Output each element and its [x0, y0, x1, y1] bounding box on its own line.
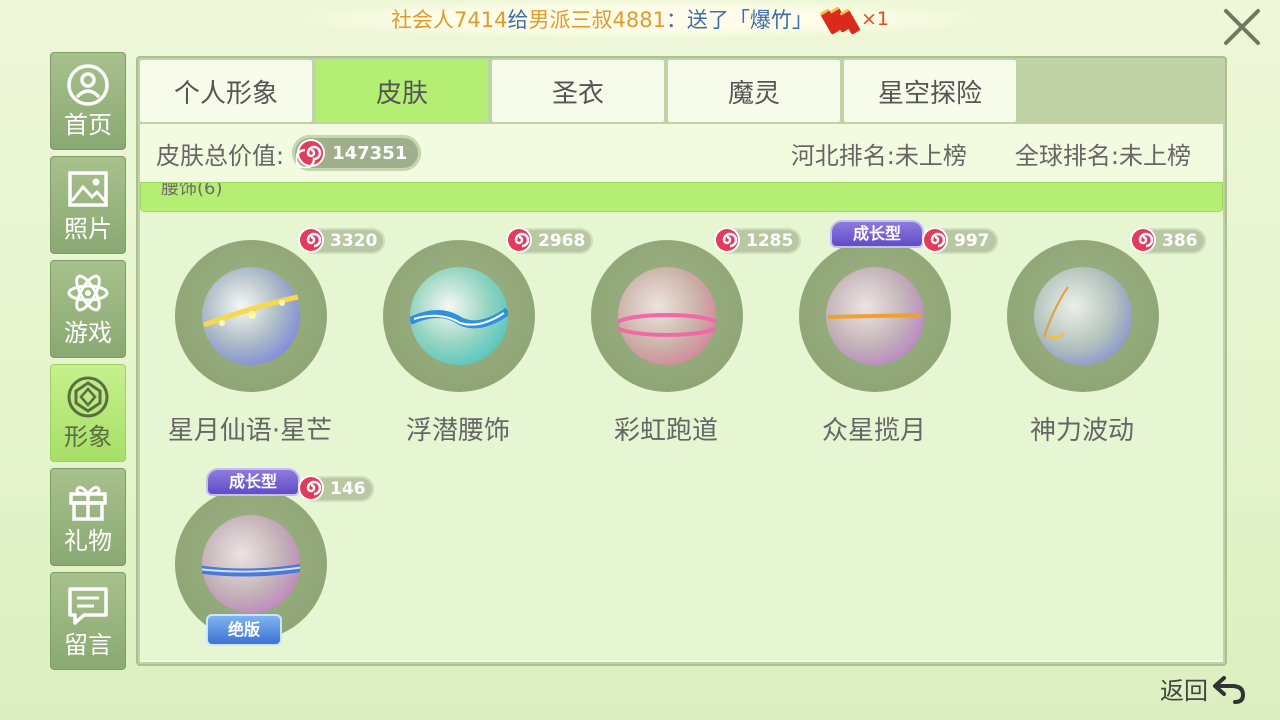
global-rank: 全球排名:未上榜: [1014, 141, 1191, 170]
price-badge: 146: [298, 475, 374, 502]
gift-broadcast-banner: 社会人7414 给 男派三叔4881 ：送了「爆竹」 ×1: [300, 0, 980, 38]
gave-text: 给: [507, 8, 529, 32]
waist-ornament-image: [1034, 267, 1132, 365]
skin-item[interactable]: 386 神力波动: [982, 212, 1206, 452]
sent-text: ：送了「爆竹」: [665, 8, 813, 32]
item-circle: [799, 240, 951, 392]
sidebar-item-label: 礼物: [64, 527, 112, 555]
candy-icon: [298, 475, 324, 501]
skin-item[interactable]: 1285 彩虹跑道: [566, 212, 802, 452]
back-button[interactable]: 返回: [1160, 671, 1246, 706]
main-panel: 个人形象 皮肤 圣衣 魔灵 星空探险 皮肤总价值: 147351 河北排名:未上…: [136, 56, 1227, 666]
growth-type-badge: 成长型: [830, 220, 924, 248]
item-circle: [383, 240, 535, 392]
close-icon: [1224, 9, 1260, 45]
sidebar-item-messages[interactable]: 留言: [50, 572, 126, 670]
photo-icon: [68, 171, 108, 207]
waist-ornament-image: [613, 267, 721, 365]
price-value: 386: [1162, 231, 1198, 251]
sidebar-item-home[interactable]: 首页: [50, 52, 126, 150]
sidebar-item-label: 首页: [64, 111, 112, 139]
gem-icon: [67, 376, 109, 418]
province-rank: 河北排名:未上榜: [790, 141, 967, 170]
sidebar-item-gifts[interactable]: 礼物: [50, 468, 126, 566]
skin-grid: 3320 星月仙语·星芒 2968 浮潜腰饰 1285 彩虹跑道 成长型 997…: [140, 212, 1223, 660]
candy-icon: [506, 227, 532, 253]
item-circle: [591, 240, 743, 392]
gift-count: ×1: [860, 8, 889, 30]
close-button[interactable]: [1214, 4, 1270, 50]
tab-skins[interactable]: 皮肤: [316, 60, 488, 122]
tab-star-explore[interactable]: 星空探险: [844, 60, 1016, 122]
waist-ornament-image: [408, 267, 511, 365]
candy-icon: [922, 227, 948, 253]
total-value-label: 皮肤总价值:: [156, 141, 285, 170]
sender-name: 社会人7414: [391, 8, 508, 32]
waist-ornament-image: [826, 267, 924, 365]
item-circle: [175, 240, 327, 392]
gift-icon: [69, 485, 107, 521]
waist-ornament-image: [202, 267, 300, 365]
item-name: 星月仙语·星芒: [167, 416, 333, 446]
tab-holy-cloth[interactable]: 圣衣: [492, 60, 664, 122]
sidebar-item-label: 游戏: [64, 319, 112, 347]
tab-spirits[interactable]: 魔灵: [668, 60, 840, 122]
item-name: 神力波动: [1029, 416, 1134, 446]
person-icon: [67, 64, 109, 106]
tab-profile[interactable]: 个人形象: [140, 60, 312, 122]
sidebar-item-avatar[interactable]: 形象: [50, 364, 126, 462]
growth-type-badge: 成长型: [206, 468, 300, 496]
skin-item[interactable]: 2968 浮潜腰饰: [358, 212, 594, 452]
skin-stats-row: 皮肤总价值: 147351 河北排名:未上榜 全球排名:未上榜: [140, 124, 1223, 182]
category-label: 腰饰(6): [161, 182, 223, 199]
firecracker-icon: [819, 6, 861, 35]
skins-content: 皮肤总价值: 147351 河北排名:未上榜 全球排名:未上榜 腰饰(6) 33…: [140, 124, 1223, 662]
sidebar-item-games[interactable]: 游戏: [50, 260, 126, 358]
price-badge: 386: [1130, 227, 1206, 254]
category-header: 腰饰(6): [140, 182, 1223, 212]
limited-edition-badge: 绝版: [206, 614, 282, 646]
item-name: 彩虹跑道: [613, 416, 718, 446]
price-value: 146: [330, 479, 366, 499]
sidebar: 首页 照片 游戏 形象 礼物 留言: [50, 52, 128, 676]
sidebar-item-photos[interactable]: 照片: [50, 156, 126, 254]
sidebar-item-label: 留言: [64, 631, 112, 659]
candy-icon: [1130, 227, 1156, 253]
candy-icon: [714, 227, 740, 253]
sidebar-item-label: 照片: [64, 215, 112, 243]
total-value: 147351: [332, 142, 408, 164]
item-name: 浮潜腰饰: [405, 416, 510, 446]
message-icon: [68, 587, 108, 625]
back-label: 返回: [1160, 677, 1208, 705]
waist-ornament-image: [195, 515, 307, 613]
sidebar-item-label: 形象: [64, 423, 112, 451]
skin-item[interactable]: 成长型 146 绝版: [150, 460, 374, 660]
skin-item[interactable]: 成长型 997 众星揽月: [774, 212, 998, 452]
item-circle: [1007, 240, 1159, 392]
back-arrow-icon: [1213, 675, 1246, 704]
tab-bar: 个人形象 皮肤 圣衣 魔灵 星空探险: [140, 60, 1020, 122]
candy-icon: [296, 139, 326, 168]
item-name: 众星揽月: [821, 416, 926, 446]
candy-icon: [298, 227, 324, 253]
skin-item[interactable]: 3320 星月仙语·星芒: [150, 212, 386, 452]
receiver-name: 男派三叔4881: [528, 8, 666, 32]
atom-icon: [67, 274, 109, 312]
total-value-badge: 147351: [292, 135, 422, 171]
